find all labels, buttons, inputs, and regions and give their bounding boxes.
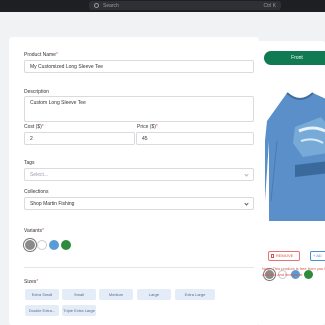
size-option[interactable]: Triple Extra Large bbox=[62, 305, 96, 316]
variants-label: Variants* bbox=[24, 228, 44, 234]
product-preview-card: Front REMOVE + AD bbox=[257, 41, 325, 325]
search-icon bbox=[94, 3, 99, 8]
preview-note: Note: This product is free from you to a… bbox=[262, 266, 325, 277]
shirt-preview-image bbox=[265, 92, 325, 221]
variant-swatch-white[interactable] bbox=[37, 240, 47, 250]
add-image-button[interactable]: + AD bbox=[310, 251, 325, 261]
top-bar: Search Ctrl K bbox=[0, 0, 325, 12]
description-label: Description bbox=[24, 89, 50, 95]
divider bbox=[24, 267, 254, 268]
collections-select[interactable]: Shop Martin Fishing bbox=[24, 197, 254, 210]
description-textarea[interactable]: Custom Long Sleeve Tee bbox=[24, 96, 254, 122]
tags-select[interactable]: Select... bbox=[24, 168, 254, 181]
size-option[interactable]: Double Extra... bbox=[25, 305, 59, 316]
product-name-input[interactable]: My Customized Long Sleeve Tee bbox=[24, 60, 254, 73]
trash-icon bbox=[271, 253, 274, 258]
cost-input[interactable]: 2 bbox=[24, 132, 135, 145]
size-option[interactable]: Large bbox=[137, 289, 171, 300]
product-form-card: Product Name* My Customized Long Sleeve … bbox=[9, 37, 259, 325]
size-option[interactable]: Extra Large bbox=[175, 289, 215, 300]
tags-label: Tags bbox=[24, 160, 35, 166]
front-view-button[interactable]: Front bbox=[264, 51, 325, 65]
variant-swatch-green[interactable] bbox=[61, 240, 71, 250]
sizes-label: Sizes* bbox=[24, 279, 39, 285]
variant-swatch-gray[interactable] bbox=[25, 240, 35, 250]
product-name-label: Product Name* bbox=[24, 52, 58, 58]
size-option[interactable]: Small bbox=[62, 289, 96, 300]
chevron-down-icon bbox=[244, 172, 249, 177]
search-bar[interactable]: Search Ctrl K bbox=[89, 1, 281, 10]
remove-image-button[interactable]: REMOVE bbox=[268, 251, 300, 261]
collections-label: Collections bbox=[24, 189, 49, 195]
cost-label: Cost ($)* bbox=[24, 124, 44, 130]
size-option[interactable]: Extra Small bbox=[25, 289, 59, 300]
search-placeholder: Search bbox=[103, 2, 119, 9]
size-option[interactable]: Medium bbox=[99, 289, 133, 300]
search-shortcut: Ctrl K bbox=[263, 2, 277, 9]
price-label: Price ($)* bbox=[137, 124, 158, 130]
price-input[interactable]: 45 bbox=[136, 132, 254, 145]
variant-swatch-blue[interactable] bbox=[49, 240, 59, 250]
chevron-down-icon bbox=[244, 201, 249, 206]
